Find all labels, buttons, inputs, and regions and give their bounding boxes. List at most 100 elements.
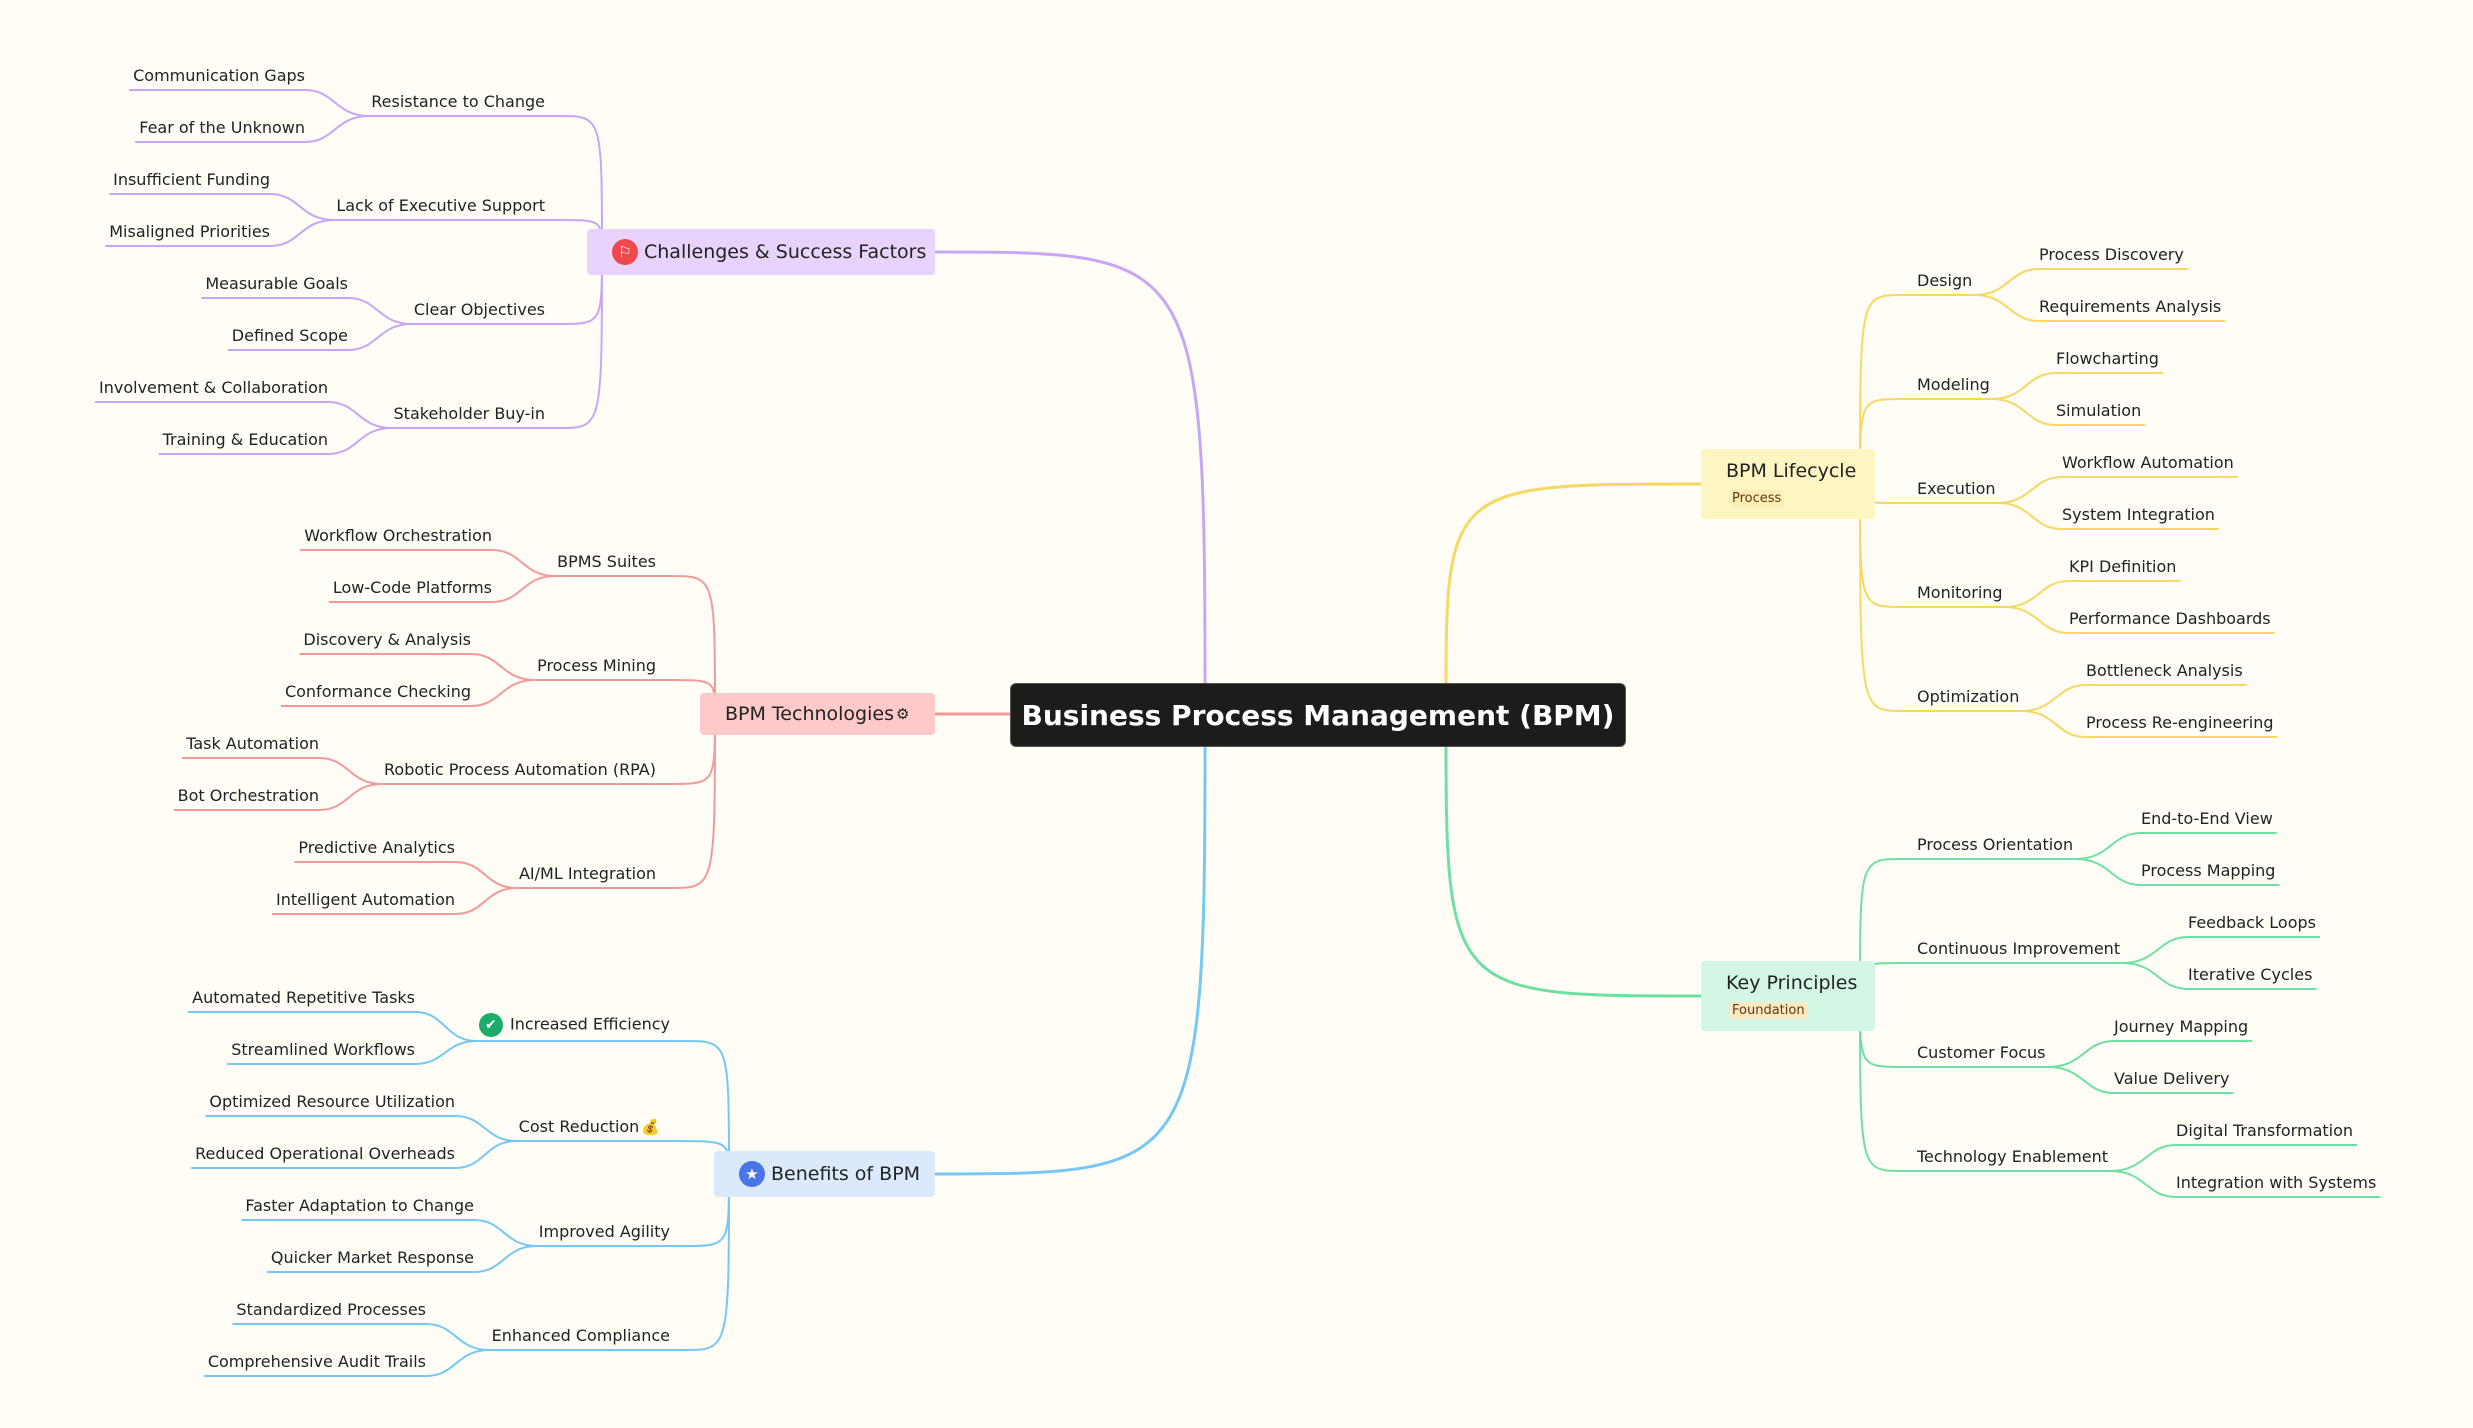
principles-child-technology-enablement[interactable]: Technology Enablement — [1917, 1147, 2108, 1167]
leaf-bot-orchestration[interactable]: Bot Orchestration — [178, 786, 319, 806]
leaf-insufficient-funding[interactable]: Insufficient Funding — [113, 170, 270, 190]
leaf-iterative-cycles[interactable]: Iterative Cycles — [2188, 965, 2312, 985]
leaf-faster-adaptation-to-change-link — [241, 1219, 537, 1247]
star-icon: ★ — [739, 1161, 765, 1187]
leaf-fear-of-the-unknown[interactable]: Fear of the Unknown — [139, 118, 305, 138]
leaf-task-automation-link — [182, 757, 383, 785]
branch-benefits[interactable]: ★ Benefits of BPM — [714, 1151, 935, 1197]
leaf-end-to-end-view[interactable]: End-to-End View — [2141, 809, 2273, 829]
leaf-automated-repetitive-tasks[interactable]: Automated Repetitive Tasks — [192, 988, 415, 1008]
technologies-child-rpa[interactable]: Robotic Process Automation (RPA) — [384, 760, 656, 780]
leaf-flowcharting-link — [1991, 372, 2163, 400]
leaf-intelligent-automation[interactable]: Intelligent Automation — [276, 890, 455, 910]
branch-principles[interactable]: Key Principles Foundation — [1701, 961, 1875, 1031]
benefits-child-improved-agility[interactable]: Improved Agility — [539, 1222, 670, 1242]
principles-child-process-orientation-link — [1859, 858, 2076, 997]
leaf-faster-adaptation-to-change[interactable]: Faster Adaptation to Change — [245, 1196, 474, 1216]
leaf-misaligned-priorities[interactable]: Misaligned Priorities — [109, 222, 270, 242]
leaf-value-delivery[interactable]: Value Delivery — [2114, 1069, 2229, 1089]
challenges-child-resistance-to-change-link — [369, 115, 603, 253]
technologies-child-bpms-suites[interactable]: BPMS Suites — [557, 552, 656, 572]
leaf-standardized-processes[interactable]: Standardized Processes — [236, 1300, 426, 1320]
leaf-flowcharting[interactable]: Flowcharting — [2056, 349, 2159, 369]
branch-lifecycle-label: BPM Lifecycle — [1726, 459, 1857, 482]
principles-child-technology-enablement-link — [1859, 995, 2111, 1172]
leaf-process-re-engineering[interactable]: Process Re-engineering — [2086, 713, 2274, 733]
leaf-bottleneck-analysis[interactable]: Bottleneck Analysis — [2086, 661, 2243, 681]
leaf-kpi-definition[interactable]: KPI Definition — [2069, 557, 2176, 577]
challenges-child-stakeholder-buy-in-link — [391, 251, 603, 429]
leaf-task-automation[interactable]: Task Automation — [186, 734, 319, 754]
leaf-streamlined-workflows[interactable]: Streamlined Workflows — [231, 1040, 415, 1060]
leaf-measurable-goals[interactable]: Measurable Goals — [205, 274, 348, 294]
challenges-child-lack-of-executive-support-link — [334, 219, 603, 253]
leaf-workflow-automation-link — [1997, 476, 2238, 504]
leaf-optimized-resource-utilization[interactable]: Optimized Resource Utilization — [209, 1092, 455, 1112]
principles-child-continuous-improvement[interactable]: Continuous Improvement — [1917, 939, 2120, 959]
central-topic-label: Business Process Management (BPM) — [1021, 698, 1615, 732]
benefits-child-increased-efficiency[interactable]: ✔ Increased Efficiency — [478, 1013, 670, 1037]
leaf-comprehensive-audit-trails[interactable]: Comprehensive Audit Trails — [208, 1352, 426, 1372]
lifecycle-child-optimization[interactable]: Optimization — [1917, 687, 2019, 707]
check-icon: ✔ — [478, 1013, 503, 1037]
principles-child-process-orientation[interactable]: Process Orientation — [1917, 835, 2073, 855]
leaf-workflow-orchestration-link — [300, 549, 556, 577]
leaf-process-mapping[interactable]: Process Mapping — [2141, 861, 2275, 881]
leaf-workflow-automation[interactable]: Workflow Automation — [2062, 453, 2234, 473]
leaf-involvement-collaboration[interactable]: Involvement & Collaboration — [99, 378, 328, 398]
branch-lifecycle[interactable]: BPM Lifecycle Process — [1701, 449, 1875, 519]
technologies-child-process-mining[interactable]: Process Mining — [537, 656, 656, 676]
branch-challenges[interactable]: ⚐ Challenges & Success Factors — [587, 229, 935, 275]
branch-challenges-link — [934, 250, 1207, 684]
leaf-measurable-goals-link — [201, 297, 412, 325]
leaf-insufficient-funding-link — [109, 193, 335, 221]
challenges-child-stakeholder-buy-in[interactable]: Stakeholder Buy-in — [394, 404, 545, 424]
leaf-discovery-analysis[interactable]: Discovery & Analysis — [303, 630, 471, 650]
leaf-system-integration[interactable]: System Integration — [2062, 505, 2215, 525]
benefits-child-enhanced-compliance[interactable]: Enhanced Compliance — [492, 1326, 670, 1346]
benefits-child-cost-reduction-link — [516, 1140, 730, 1175]
technologies-child-process-mining-link — [535, 679, 716, 715]
leaf-requirements-analysis[interactable]: Requirements Analysis — [2039, 297, 2221, 317]
challenges-child-resistance-to-change[interactable]: Resistance to Change — [371, 92, 545, 112]
leaf-simulation[interactable]: Simulation — [2056, 401, 2141, 421]
leaf-bottleneck-analysis-link — [2021, 684, 2247, 712]
leaf-digital-transformation[interactable]: Digital Transformation — [2176, 1121, 2353, 1141]
principles-child-customer-focus[interactable]: Customer Focus — [1917, 1043, 2046, 1063]
challenges-child-lack-of-executive-support[interactable]: Lack of Executive Support — [336, 196, 545, 216]
leaf-predictive-analytics[interactable]: Predictive Analytics — [298, 838, 455, 858]
leaf-integration-with-systems[interactable]: Integration with Systems — [2176, 1173, 2376, 1193]
technologies-child-ai-ml-integration-link — [516, 713, 716, 889]
leaf-low-code-platforms[interactable]: Low-Code Platforms — [333, 578, 492, 598]
leaf-standardized-processes-link — [232, 1323, 490, 1351]
branch-lifecycle-link — [1444, 482, 1702, 684]
leaf-defined-scope[interactable]: Defined Scope — [232, 326, 348, 346]
leaf-conformance-checking[interactable]: Conformance Checking — [285, 682, 471, 702]
leaf-predictive-analytics-link — [294, 861, 517, 889]
leaf-reduced-operational-overheads[interactable]: Reduced Operational Overheads — [195, 1144, 455, 1164]
challenges-child-clear-objectives[interactable]: Clear Objectives — [414, 300, 545, 320]
leaf-performance-dashboards[interactable]: Performance Dashboards — [2069, 609, 2271, 629]
leaf-process-discovery[interactable]: Process Discovery — [2039, 245, 2184, 265]
lifecycle-child-execution[interactable]: Execution — [1917, 479, 1996, 499]
leaf-feedback-loops[interactable]: Feedback Loops — [2188, 913, 2316, 933]
leaf-process-discovery-link — [1974, 268, 2188, 296]
lifecycle-child-design[interactable]: Design — [1917, 271, 1972, 291]
branch-technologies[interactable]: BPM Technologies ⚙ — [700, 693, 935, 735]
leaf-journey-mapping[interactable]: Journey Mapping — [2114, 1017, 2248, 1037]
leaf-workflow-orchestration[interactable]: Workflow Orchestration — [304, 526, 492, 546]
benefits-child-cost-reduction-label: Cost Reduction — [518, 1117, 640, 1136]
lifecycle-child-modeling[interactable]: Modeling — [1917, 375, 1990, 395]
benefits-child-cost-reduction[interactable]: Cost Reduction 💰 — [519, 1117, 660, 1137]
leaf-communication-gaps[interactable]: Communication Gaps — [133, 66, 305, 86]
leaf-automated-repetitive-tasks-link — [188, 1011, 477, 1042]
branch-benefits-label: Benefits of BPM — [771, 1162, 921, 1185]
lifecycle-tag: Process — [1729, 489, 1785, 507]
leaf-training-education[interactable]: Training & Education — [163, 430, 328, 450]
leaf-quicker-market-response[interactable]: Quicker Market Response — [271, 1248, 474, 1268]
principles-child-continuous-improvement-link — [1859, 962, 2123, 997]
lifecycle-child-monitoring[interactable]: Monitoring — [1917, 583, 2003, 603]
central-topic[interactable]: Business Process Management (BPM) — [1010, 683, 1626, 747]
technologies-child-ai-ml-integration[interactable]: AI/ML Integration — [519, 864, 656, 884]
leaf-involvement-collaboration-link — [95, 401, 392, 429]
